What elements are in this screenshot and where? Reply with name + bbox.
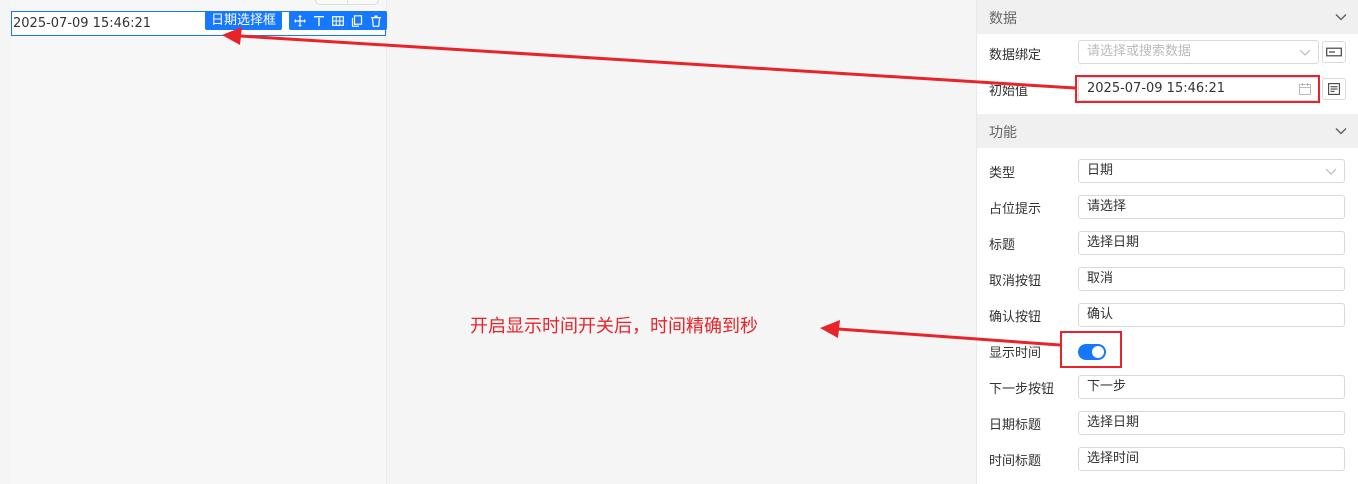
data-binding-placeholder: 请选择或搜索数据 (1087, 44, 1192, 59)
type-select[interactable]: 日期 (1078, 159, 1345, 183)
canvas-tab-strip[interactable] (315, 0, 379, 5)
cancel-button-value: 取消 (1087, 271, 1114, 286)
arrowhead-icon (820, 320, 840, 338)
align-top-icon[interactable] (311, 13, 327, 29)
show-time-highlight-box (1060, 331, 1122, 368)
time-title-value: 选择时间 (1087, 451, 1140, 466)
initial-value-highlight-box (1075, 75, 1320, 103)
confirm-button-input[interactable]: 确认 (1078, 303, 1345, 327)
title-label: 标题 (989, 238, 1016, 253)
input-field-icon (1326, 47, 1342, 57)
delete-icon[interactable] (368, 13, 384, 29)
chevron-down-icon (1325, 168, 1337, 175)
data-section-header[interactable]: 数据 (977, 0, 1358, 34)
cancel-button-input[interactable]: 取消 (1078, 267, 1345, 291)
section-title: 功能 (989, 125, 1017, 141)
date-title-label: 日期标题 (989, 418, 1042, 433)
text-lines-icon (1328, 83, 1340, 95)
widget-type-label: 日期选择框 (205, 11, 283, 30)
function-section-header[interactable]: 功能 (977, 114, 1358, 148)
data-binding-button[interactable] (1322, 41, 1346, 63)
date-title-value: 选择日期 (1087, 415, 1140, 430)
placeholder-input[interactable]: 请选择 (1078, 195, 1345, 219)
cancel-button-label: 取消按钮 (989, 274, 1042, 289)
confirm-button-value: 确认 (1087, 307, 1114, 322)
data-binding-label: 数据绑定 (989, 48, 1042, 63)
placeholder-label: 占位提示 (989, 202, 1042, 217)
copy-icon[interactable] (349, 13, 365, 29)
title-input[interactable]: 选择日期 (1078, 231, 1345, 255)
table-icon[interactable] (330, 13, 346, 29)
widget-toolbar (289, 11, 387, 30)
properties-panel: 数据 数据绑定 请选择或搜索数据 初始值 2025-07-09 15:46:21… (976, 0, 1358, 484)
section-title: 数据 (989, 11, 1017, 27)
time-title-input[interactable]: 选择时间 (1078, 447, 1345, 471)
confirm-button-label: 确认按钮 (989, 310, 1042, 325)
initial-value-button[interactable] (1322, 78, 1346, 100)
show-time-label: 显示时间 (989, 346, 1042, 361)
data-binding-select[interactable]: 请选择或搜索数据 (1078, 40, 1319, 64)
chevron-down-icon (1335, 127, 1347, 135)
move-icon[interactable] (292, 13, 308, 29)
placeholder-value: 请选择 (1087, 199, 1127, 214)
chevron-down-icon (1299, 49, 1311, 56)
date-title-input[interactable]: 选择日期 (1078, 411, 1345, 435)
title-value: 选择日期 (1087, 235, 1140, 250)
next-button-value: 下一步 (1087, 379, 1127, 394)
next-button-input[interactable]: 下一步 (1078, 375, 1345, 399)
design-canvas (11, 0, 387, 484)
initial-value-label: 初始值 (989, 84, 1029, 99)
annotation-text: 开启显示时间开关后，时间精确到秒 (470, 316, 758, 337)
chevron-down-icon (1335, 13, 1347, 21)
date-picker-value: 2025-07-09 15:46:21 (13, 16, 152, 31)
type-value: 日期 (1087, 163, 1114, 178)
type-label: 类型 (989, 166, 1016, 181)
next-button-label: 下一步按钮 (989, 382, 1055, 397)
time-title-label: 时间标题 (989, 454, 1042, 469)
